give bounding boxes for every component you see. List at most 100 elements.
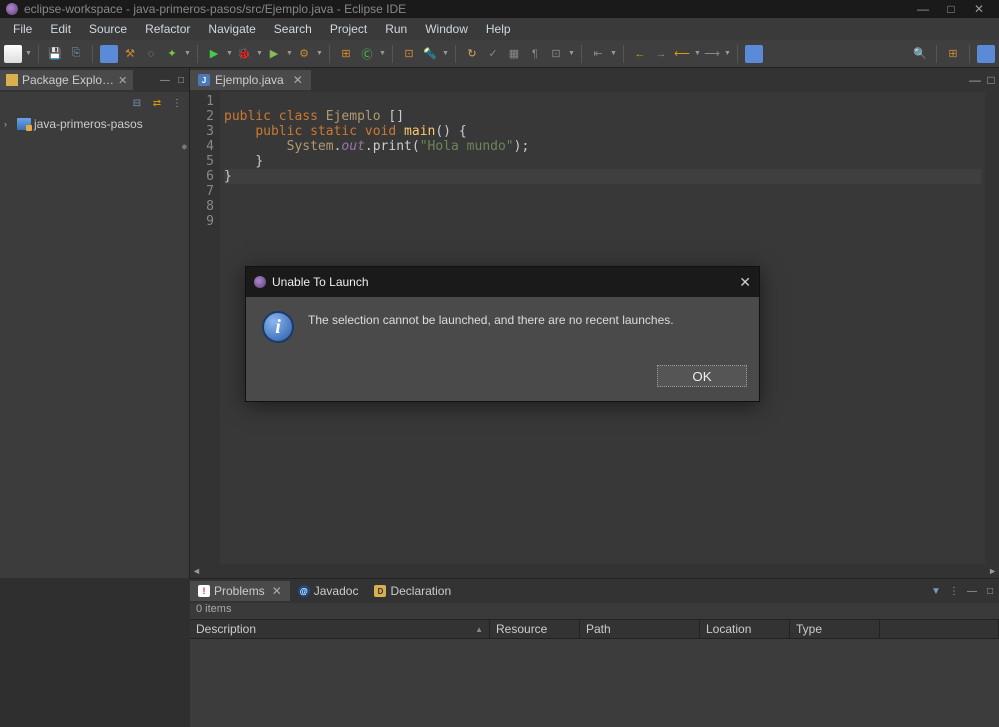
horizontal-scrollbar[interactable]: ◄ ► (190, 564, 999, 578)
build-icon[interactable]: ⚒ (121, 45, 139, 63)
menu-edit[interactable]: Edit (50, 22, 71, 36)
bottom-panel: ! Problems ✕ @ Javadoc D Declaration ▼ ⋮… (190, 578, 999, 727)
coverage-icon[interactable]: ▶ (265, 45, 283, 63)
save-icon[interactable]: 💾 (46, 45, 64, 63)
main-toolbar: ▼ 💾 ⎘ ⚒ ◌ ✦▼ ▶▼ 🐞▼ ▶▼ ⚙▼ ⊞ Ⓒ▼ ⊡ 🔦▼ ↻ ✓ ▦… (0, 40, 999, 68)
maximize-button[interactable]: □ (937, 2, 965, 16)
window-title: eclipse-workspace - java-primeros-pasos/… (24, 2, 406, 16)
open-perspective-icon[interactable]: ⊞ (944, 45, 962, 63)
col-location[interactable]: Location (700, 620, 790, 638)
perspective-icon[interactable] (745, 45, 763, 63)
annotation-prev-icon[interactable]: ⇤ (589, 45, 607, 63)
java-perspective-icon[interactable] (977, 45, 995, 63)
toggle-mark-icon[interactable]: ✓ (484, 45, 502, 63)
editor-tab-label: Ejemplo.java (215, 73, 284, 87)
run-icon[interactable]: ▶ (205, 45, 223, 63)
refresh-icon[interactable]: ↻ (463, 45, 481, 63)
close-problems-icon[interactable]: ✕ (272, 584, 282, 598)
package-explorer-icon (6, 74, 18, 86)
menu-project[interactable]: Project (330, 22, 367, 36)
menu-source[interactable]: Source (89, 22, 127, 36)
problems-table-header: Description▲ Resource Path Location Type (190, 619, 999, 639)
new-icon[interactable] (4, 45, 22, 63)
package-explorer-label: Package Explo… (22, 73, 114, 87)
problems-tab[interactable]: ! Problems ✕ (190, 581, 290, 601)
menu-window[interactable]: Window (425, 22, 468, 36)
quick-access-icon[interactable]: 🔍 (911, 45, 929, 63)
launch-error-dialog: Unable To Launch ✕ i The selection canno… (245, 266, 760, 402)
dialog-titlebar[interactable]: Unable To Launch ✕ (246, 267, 759, 297)
expand-icon[interactable]: › (4, 119, 14, 129)
new-package-icon[interactable]: ⊞ (337, 45, 355, 63)
declaration-label: Declaration (390, 584, 451, 598)
next-edit-icon[interactable]: ⟶ (703, 45, 721, 63)
minimize-view-icon[interactable]: — (157, 75, 173, 86)
menu-search[interactable]: Search (274, 22, 312, 36)
menu-refactor[interactable]: Refactor (145, 22, 190, 36)
scroll-right-icon[interactable]: ► (988, 566, 997, 576)
dialog-close-icon[interactable]: ✕ (739, 274, 751, 291)
bottom-minimize-icon[interactable]: — (963, 586, 981, 597)
window-titlebar: eclipse-workspace - java-primeros-pasos/… (0, 0, 999, 18)
whitespace-icon[interactable]: ¶ (526, 45, 544, 63)
forward-icon[interactable]: → (652, 45, 670, 63)
problems-table-body (190, 639, 999, 727)
scroll-left-icon[interactable]: ◄ (192, 566, 201, 576)
eclipse-icon (6, 3, 18, 15)
collapse-all-icon[interactable]: ⊟ (129, 95, 145, 111)
block-select-icon[interactable]: ▦ (505, 45, 523, 63)
open-type-icon[interactable]: ⊡ (400, 45, 418, 63)
col-type[interactable]: Type (790, 620, 880, 638)
menu-run[interactable]: Run (385, 22, 407, 36)
last-edit-icon[interactable]: ⟵ (673, 45, 691, 63)
col-resource[interactable]: Resource (490, 620, 580, 638)
close-editor-icon[interactable]: ✕ (293, 73, 303, 87)
problems-label: Problems (214, 584, 265, 598)
skip-breakpoints-icon[interactable]: ◌ (142, 45, 160, 63)
minimize-button[interactable]: — (909, 2, 937, 16)
editor-minimize-icon[interactable]: — (967, 73, 983, 87)
debug-icon[interactable]: 🐞 (235, 45, 253, 63)
external-tools-icon[interactable]: ⚙ (295, 45, 313, 63)
ok-button[interactable]: OK (657, 365, 747, 387)
dialog-app-icon (254, 276, 266, 288)
save-all-icon[interactable]: ⎘ (67, 45, 85, 63)
dialog-title: Unable To Launch (272, 275, 369, 289)
editor-tab[interactable]: J Ejemplo.java ✕ (190, 70, 311, 90)
project-node[interactable]: › java-primeros-pasos (4, 116, 185, 132)
bottom-view-menu-icon[interactable]: ⋮ (945, 586, 963, 597)
col-path[interactable]: Path (580, 620, 700, 638)
editor-maximize-icon[interactable]: □ (983, 73, 999, 87)
javadoc-icon: @ (298, 585, 310, 597)
new-class-icon[interactable]: Ⓒ (358, 45, 376, 63)
col-description[interactable]: Description▲ (190, 620, 490, 638)
sidebar: Package Explo… ✕ — □ ⊟ ⇄ ⋮ › java-primer… (0, 68, 190, 578)
toggle-breadcrumb-icon[interactable] (100, 45, 118, 63)
overview-ruler[interactable] (985, 92, 999, 564)
search-icon[interactable]: 🔦 (421, 45, 439, 63)
link-editor-icon[interactable]: ⇄ (149, 95, 165, 111)
project-tree: › java-primeros-pasos (0, 114, 189, 134)
javadoc-label: Javadoc (314, 584, 359, 598)
close-view-icon[interactable]: ✕ (118, 74, 127, 87)
line-gutter: 1 2 3 4 5 6 7 8 9 (190, 92, 220, 564)
filter-icon[interactable]: ▼ (927, 586, 945, 597)
package-explorer-tab[interactable]: Package Explo… ✕ (0, 70, 133, 90)
pin-editor-icon[interactable]: ⊡ (547, 45, 565, 63)
menu-navigate[interactable]: Navigate (208, 22, 255, 36)
back-icon[interactable]: ← (631, 45, 649, 63)
bottom-maximize-icon[interactable]: □ (981, 586, 999, 597)
javadoc-tab[interactable]: @ Javadoc (290, 581, 367, 601)
project-icon (17, 118, 31, 130)
dialog-message: The selection cannot be launched, and th… (308, 311, 674, 327)
menu-file[interactable]: File (13, 22, 32, 36)
declaration-tab[interactable]: D Declaration (366, 581, 459, 601)
maximize-view-icon[interactable]: □ (173, 75, 189, 86)
problems-status: 0 items (190, 603, 999, 619)
menu-bar: File Edit Source Refactor Navigate Searc… (0, 18, 999, 40)
col-empty (880, 620, 999, 638)
view-menu-icon[interactable]: ⋮ (169, 95, 185, 111)
new-type-icon[interactable]: ✦ (163, 45, 181, 63)
close-window-button[interactable]: ✕ (965, 2, 993, 16)
menu-help[interactable]: Help (486, 22, 511, 36)
